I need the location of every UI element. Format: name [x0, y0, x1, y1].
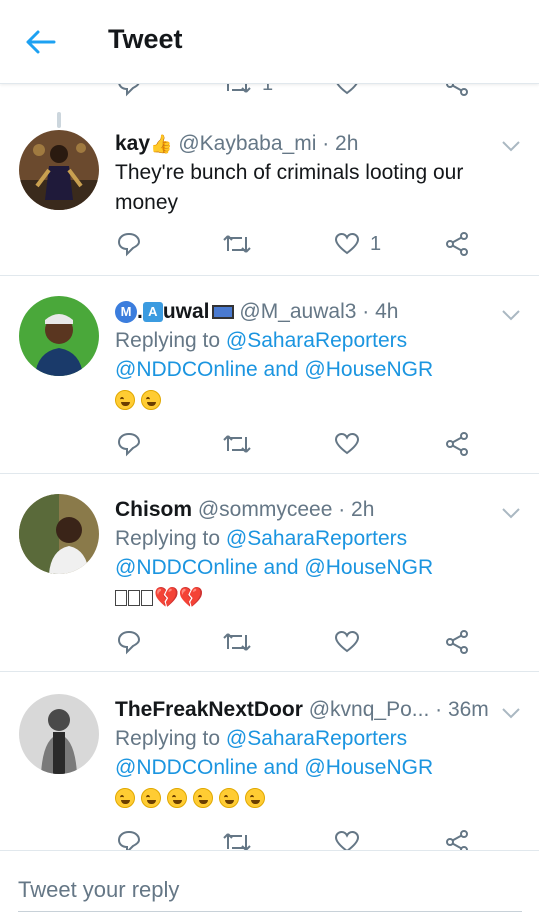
tweet-auwal[interactable]: M. Auwal @M_auwal3 · 4h Replying to @Saha…: [0, 276, 539, 474]
like-icon[interactable]: 1: [334, 230, 381, 258]
tweet-emojis: [115, 386, 499, 414]
tweet-meta: TheFreakNextDoor @kvnq_Po... · 36m: [115, 696, 499, 724]
mention-link[interactable]: @SaharaReporters: [226, 727, 407, 750]
avatar[interactable]: [19, 130, 99, 210]
replying-label: Replying to: [115, 727, 221, 750]
display-name[interactable]: uwal: [163, 300, 210, 323]
and-label[interactable]: and: [264, 358, 299, 381]
laughing-emoji: [193, 787, 213, 808]
mention-link[interactable]: @NDDCOnline: [115, 756, 258, 779]
retweet-icon[interactable]: [222, 828, 252, 850]
replying-to: Replying to @SaharaReporters: [115, 524, 499, 553]
laughing-emoji: [167, 787, 187, 808]
like-icon[interactable]: [334, 430, 360, 458]
replying-to-cont: @NDDCOnline and @HouseNGR: [115, 355, 499, 384]
mention-link[interactable]: @HouseNGR: [304, 756, 433, 779]
tweet-meta: Chisom @sommyceee · 2h: [115, 496, 499, 524]
retweet-icon[interactable]: [222, 230, 252, 258]
tweet-thefreaknextdoor[interactable]: TheFreakNextDoor @kvnq_Po... · 36m Reply…: [0, 672, 539, 850]
chevron-down-icon[interactable]: [501, 139, 521, 153]
mention-link[interactable]: @HouseNGR: [304, 358, 433, 381]
display-name[interactable]: Chisom: [115, 498, 192, 521]
mention-link[interactable]: @HouseNGR: [304, 556, 433, 579]
letter-m-badge: M: [115, 301, 137, 324]
mention-link[interactable]: @SaharaReporters: [226, 329, 407, 352]
and-label[interactable]: and: [264, 556, 299, 579]
unsupported-glyph: [115, 590, 127, 606]
broken-heart-emoji: 💔: [154, 587, 179, 609]
laptop-emoji: [211, 305, 234, 320]
timestamp[interactable]: · 36m: [435, 698, 489, 721]
display-name[interactable]: TheFreakNextDoor: [115, 698, 303, 721]
reply-composer: [0, 850, 539, 923]
thread-line: [57, 112, 61, 128]
letter-a-badge: A: [142, 302, 163, 323]
user-handle[interactable]: @Kaybaba_mi: [178, 132, 316, 155]
laughing-emoji: [141, 389, 161, 410]
reply-icon[interactable]: [116, 828, 142, 850]
replying-to-cont: @NDDCOnline and @HouseNGR: [115, 553, 499, 582]
tweet-emojis: [115, 784, 499, 812]
broken-heart-emoji: 💔: [178, 587, 204, 609]
replying-label: Replying to: [115, 527, 221, 550]
reply-icon[interactable]: [116, 628, 142, 656]
reply-input[interactable]: [18, 873, 522, 907]
page-title: Tweet: [108, 24, 183, 54]
retweet-icon[interactable]: [222, 430, 252, 458]
avatar[interactable]: [19, 694, 99, 774]
share-icon[interactable]: [444, 628, 470, 656]
user-handle[interactable]: @M_auwal3: [239, 300, 356, 323]
reply-feed: 1 kay👍 @Kay: [0, 84, 539, 850]
replying-to: Replying to @SaharaReporters: [115, 724, 499, 753]
avatar[interactable]: [19, 296, 99, 376]
back-arrow-icon[interactable]: [24, 26, 60, 58]
share-icon[interactable]: [444, 828, 470, 850]
tweet-kay[interactable]: kay👍 @Kaybaba_mi · 2h They're bunch of c…: [0, 84, 539, 276]
like-count: 1: [370, 232, 382, 255]
unsupported-glyph: [128, 590, 140, 606]
laughing-emoji: [115, 389, 135, 410]
timestamp[interactable]: · 2h: [338, 498, 374, 521]
laughing-emoji: [141, 787, 161, 808]
unsupported-glyph: [141, 590, 153, 606]
chevron-down-icon[interactable]: [501, 308, 521, 322]
top-bar: Tweet: [0, 0, 539, 84]
tweet-meta: kay👍 @Kaybaba_mi · 2h: [115, 130, 499, 158]
replying-to-cont: @NDDCOnline and @HouseNGR: [115, 753, 499, 782]
tweet-emojis: 💔💔: [115, 584, 499, 612]
mention-link[interactable]: @NDDCOnline: [115, 556, 258, 579]
laughing-emoji: [219, 787, 239, 808]
user-handle[interactable]: @kvnq_Po...: [309, 698, 430, 721]
laughing-emoji: [245, 787, 265, 808]
retweet-icon[interactable]: [222, 628, 252, 656]
tweet-actions: [112, 628, 482, 656]
share-icon[interactable]: [444, 230, 470, 258]
and-label[interactable]: and: [264, 756, 299, 779]
thumbs-up-emoji: 👍: [150, 134, 173, 155]
reply-icon[interactable]: [116, 430, 142, 458]
user-handle[interactable]: @sommyceee: [198, 498, 333, 521]
reply-icon[interactable]: [116, 230, 142, 258]
tweet-actions: [112, 430, 482, 458]
mention-link[interactable]: @SaharaReporters: [226, 527, 407, 550]
tweet-chisom[interactable]: Chisom @sommyceee · 2h Replying to @Saha…: [0, 474, 539, 672]
mention-link[interactable]: @NDDCOnline: [115, 358, 258, 381]
avatar[interactable]: [19, 494, 99, 574]
replying-to: Replying to @SaharaReporters: [115, 326, 499, 355]
timestamp[interactable]: · 4h: [362, 300, 398, 323]
tweet-meta: M. Auwal @M_auwal3 · 4h: [115, 298, 499, 326]
tweet-actions: [112, 828, 482, 850]
replying-label: Replying to: [115, 329, 221, 352]
timestamp[interactable]: · 2h: [322, 132, 358, 155]
display-name[interactable]: kay: [115, 132, 150, 155]
share-icon[interactable]: [444, 430, 470, 458]
chevron-down-icon[interactable]: [501, 706, 521, 720]
reply-underline: [18, 911, 522, 912]
tweet-actions: 1: [112, 230, 482, 258]
chevron-down-icon[interactable]: [501, 506, 521, 520]
like-icon[interactable]: [334, 828, 360, 850]
laughing-emoji: [115, 787, 135, 808]
like-icon[interactable]: [334, 628, 360, 656]
tweet-text: They're bunch of criminals looting our m…: [115, 161, 464, 215]
